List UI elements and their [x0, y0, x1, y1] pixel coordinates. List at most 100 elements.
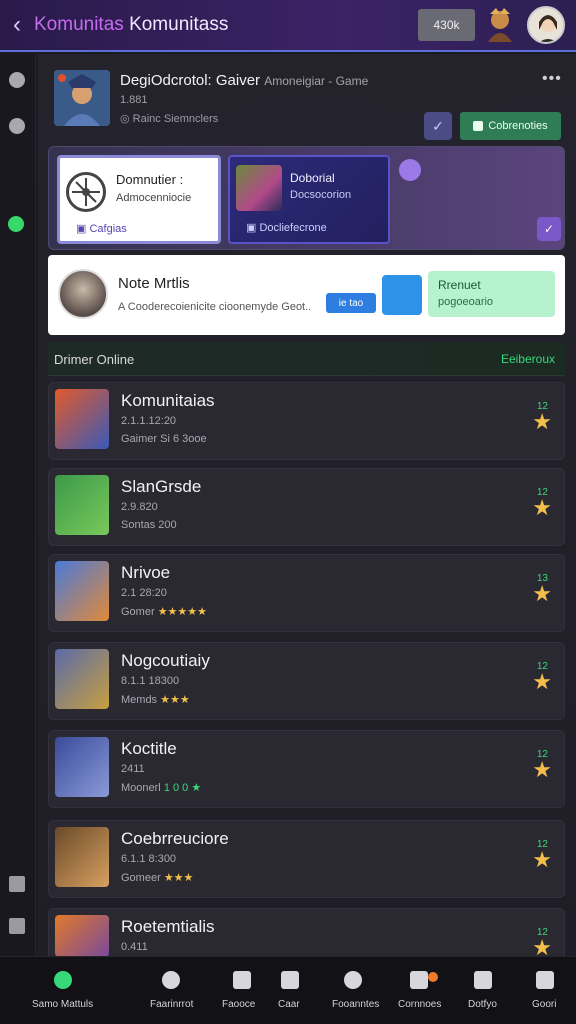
note-green-subtitle: pogoeoario — [438, 296, 494, 308]
list-item-status: Gomeer ★★★ — [121, 871, 193, 884]
left-rail — [0, 54, 36, 956]
list-header: Drimer Online Eeiberoux — [48, 342, 565, 376]
message-icon[interactable] — [382, 275, 422, 315]
rating-stars: 1 0 0 ★ — [163, 782, 202, 794]
list-item-thumbnail — [55, 737, 109, 797]
promo-card-1-subtitle: Admocenniocie — [116, 192, 192, 204]
character-avatar[interactable] — [484, 6, 516, 44]
note-green-panel[interactable]: Rrenuet pogoeoario — [428, 271, 555, 317]
profile-avatar[interactable] — [527, 6, 565, 44]
clock-icon[interactable] — [9, 118, 25, 134]
star-icon[interactable]: ★ — [532, 495, 552, 521]
list-item-thumbnail — [55, 561, 109, 621]
list-item[interactable]: SlanGrsde 2.9.820 Sontas 200 12 ★ — [48, 468, 565, 546]
list-item-thumbnail — [55, 389, 109, 449]
game-status: ◎ Rainc Siemnclers — [120, 113, 219, 125]
game-title-subtitle: Amoneigiar - Game — [264, 74, 369, 88]
list-item[interactable]: Nrivoe 2.1 28:20 Gomer ★★★★★ 13 ★ — [48, 554, 565, 632]
wheel-icon — [66, 172, 106, 212]
app-title-part1: Komunitas — [34, 14, 124, 35]
main-panel: DegiOdcrotol: Gaiver Amoneigiar - Game 1… — [38, 54, 576, 960]
promo-card-2-subtitle: Docsocorion — [290, 189, 352, 201]
more-options-button[interactable]: ••• — [542, 70, 562, 88]
promo-card-2-title: Doborial — [290, 171, 335, 185]
list-item-meta: 2411 — [121, 763, 145, 775]
list-item-status: Moonerl 1 0 0 ★ — [121, 781, 201, 794]
promo-card-2-link[interactable]: ▣ Docliefecrone — [246, 221, 327, 234]
list-item-status: Gomer ★★★★★ — [121, 605, 207, 618]
list-item-status-text: Gomer — [121, 606, 155, 618]
list-header-action[interactable]: Eeiberoux — [501, 352, 555, 366]
note-avatar — [58, 269, 108, 319]
list-item-title: SlanGrsde — [121, 477, 202, 496]
flag-icon — [536, 971, 554, 989]
list-item[interactable]: Nogcoutiaiy 8.1.1 18300 Memds ★★★ 12 ★ — [48, 642, 565, 720]
nav-item-label: Samo Mattuls — [32, 999, 94, 1010]
game-thumbnail[interactable] — [54, 70, 110, 126]
rating-stars: ★★★★★ — [157, 606, 207, 618]
star-icon[interactable]: ★ — [532, 409, 552, 435]
nav-item-games[interactable]: Cornnoes — [396, 957, 442, 1024]
list-item-title: Nrivoe — [121, 563, 171, 582]
rating-stars: ★★★ — [160, 694, 190, 706]
join-button[interactable]: Cobrenoties — [460, 112, 561, 140]
list-item-meta: 2.1.1.12:20 — [121, 415, 177, 427]
discord-icon[interactable] — [399, 159, 421, 181]
list-item-status-text: Memds — [121, 694, 158, 706]
promo-card-1[interactable]: Domnutier : Admocenniocie ▣ Cafgias — [57, 155, 221, 244]
star-icon[interactable]: ★ — [532, 581, 552, 607]
nav-item-calendar[interactable]: Faooce — [218, 957, 266, 1024]
list-item-meta: 2.9.820 — [121, 501, 158, 513]
chat-icon — [473, 121, 484, 131]
note-chip[interactable]: ie tao — [326, 293, 376, 313]
note-card[interactable]: Note Mrtlis A Cooderecoienicite cioonemy… — [48, 255, 565, 335]
list-item[interactable]: Komunitaias 2.1.1.12:20 Gaimer Si 6 3ooe… — [48, 382, 565, 460]
member-count: 1.881 — [120, 94, 148, 106]
heart-icon[interactable] — [9, 876, 25, 892]
back-button[interactable]: ‹ — [0, 0, 34, 51]
list-item-meta: 8.1.1 18300 — [121, 675, 180, 687]
list-item-meta: 2.1 28:20 — [121, 587, 167, 599]
nav-item-car[interactable]: Caar — [272, 957, 308, 1024]
shield-icon — [474, 971, 492, 989]
game-title-text: DegiOdcrotol: Gaiver — [120, 72, 261, 89]
promo-card-1-title: Domnutier : — [116, 172, 184, 187]
rating-stars: ★★★ — [163, 872, 194, 884]
nav-item-settings[interactable]: Faarinrrot — [146, 957, 202, 1024]
nav-item-goori[interactable]: Goori — [526, 957, 566, 1024]
list-item[interactable]: Coebrreuciore 6.1.1 8:300 Gomeer ★★★ 12 … — [48, 820, 565, 898]
list-item-status-text: Moonerl — [121, 782, 161, 794]
list-item-thumbnail — [55, 827, 109, 887]
nav-item-favorites[interactable]: Fooanntes — [330, 957, 379, 1024]
promo-card-1-link-text: Cafgias — [89, 223, 127, 235]
star-icon[interactable]: ★ — [532, 757, 552, 783]
checkmark-button[interactable]: ✓ — [424, 112, 452, 140]
nav-item-dotfyo[interactable]: Dotfyo — [464, 957, 502, 1024]
corner-check-icon[interactable]: ✓ — [537, 217, 561, 241]
star-icon[interactable]: ★ — [532, 669, 552, 695]
nav-item-label: Goori — [532, 999, 557, 1010]
note-title: Note Mrtlis — [118, 275, 190, 292]
nav-item-home[interactable]: Samo Mattuls — [26, 957, 100, 1024]
star-icon[interactable]: ★ — [532, 847, 552, 873]
list-item-title: Nogcoutiaiy — [121, 651, 210, 670]
info-icon[interactable] — [9, 72, 25, 88]
list-item-thumbnail — [55, 649, 109, 709]
promo-card-1-link[interactable]: ▣ Cafgias — [76, 222, 127, 235]
notification-badge — [428, 972, 438, 982]
list-item-status: Sontas 200 — [121, 519, 177, 531]
bottom-nav: Samo Mattuls Faarinrrot Faooce Caar Fooa… — [0, 956, 576, 1024]
list-item[interactable]: Koctitle 2411 Moonerl 1 0 0 ★ 12 ★ — [48, 730, 565, 808]
list-item-title: Coebrreuciore — [121, 829, 229, 848]
lock-icon[interactable] — [9, 918, 25, 934]
list-item[interactable]: Roetemtialis 0.411 12 ★ — [48, 908, 565, 960]
note-subtitle: A Cooderecoienicite cioonemyde Geot.. — [118, 301, 312, 313]
list-item-title: Roetemtialis — [121, 917, 215, 936]
app-title-part2: Komunitass — [129, 14, 229, 35]
follower-count-chip[interactable]: 430k — [418, 9, 475, 41]
nav-item-label: Faarinrrot — [150, 999, 194, 1010]
promo-card-2[interactable]: Doborial Docsocorion ▣ Docliefecrone — [228, 155, 390, 244]
list-item-title: Koctitle — [121, 739, 177, 758]
calendar-icon — [233, 971, 251, 989]
list-header-title: Drimer Online — [54, 352, 135, 367]
